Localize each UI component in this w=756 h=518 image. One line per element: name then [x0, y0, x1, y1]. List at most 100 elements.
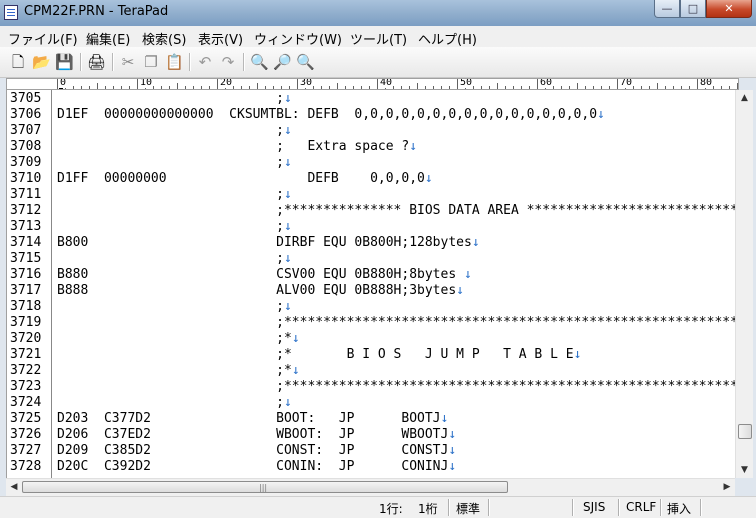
ruler-label: 10 — [139, 78, 154, 88]
ruler-tick — [177, 83, 178, 89]
menu-help[interactable]: ヘルプ(H) — [418, 29, 477, 48]
newline-mark-icon: ↓ — [573, 347, 582, 362]
scroll-up-icon[interactable]: ▲ — [736, 90, 753, 106]
text-line[interactable]: D203 C377D2 BOOT: JP BOOTJ↓ — [57, 411, 448, 427]
close-button[interactable]: ✕ — [706, 0, 752, 18]
text-line[interactable]: ;*************** BIOS DATA AREA ********… — [57, 203, 736, 219]
text-line[interactable]: ;↓ — [57, 155, 292, 171]
ruler-tick — [585, 86, 586, 89]
ruler-tick — [289, 86, 290, 89]
redo-icon[interactable]: ↷ — [219, 53, 237, 71]
scroll-right-icon[interactable]: ▶ — [719, 479, 735, 496]
line-number: 3726 — [10, 427, 42, 442]
menu-search[interactable]: 検索(S) — [142, 29, 186, 48]
text-line[interactable]: ;*↓ — [57, 363, 300, 379]
status-separator — [660, 499, 661, 516]
text-line[interactable]: ;↓ — [57, 299, 292, 315]
find-next-icon[interactable]: 🔎 — [273, 53, 292, 71]
text-editor[interactable]: 3705 3706 3707 3708 3709 3710 3711 3712 3713 3714… — [6, 90, 736, 478]
toolbar-separator — [243, 53, 244, 71]
text-line[interactable]: B800 DIRBF EQU 0B800H;128bytes↓ — [57, 235, 480, 251]
ruler-label: 30 — [299, 78, 314, 88]
vertical-scroll-thumb[interactable] — [738, 424, 752, 439]
scroll-left-icon[interactable]: ◀ — [6, 479, 22, 496]
ruler-tick — [457, 79, 458, 89]
ruler-tick — [609, 86, 610, 89]
copy-icon[interactable]: ❐ — [142, 53, 160, 71]
ruler-tick — [265, 86, 266, 89]
text-line[interactable]: D20C C392D2 CONIN: JP CONINJ↓ — [57, 459, 456, 475]
title-bar[interactable]: CPM22F.PRN - TeraPad — □ ✕ — [0, 0, 756, 26]
horizontal-scrollbar[interactable]: ◀ ||| ▶ — [6, 478, 735, 496]
ruler-tick — [561, 86, 562, 89]
ruler-tick — [737, 83, 738, 89]
text-line[interactable]: ;* B I O S J U M P T A B L E↓ — [57, 347, 581, 363]
new-file-icon[interactable]: 🗋 — [9, 53, 27, 71]
text-line[interactable]: ;↓ — [57, 251, 292, 267]
menu-file[interactable]: ファイル(F) — [8, 29, 78, 48]
text-line[interactable]: B888 ALV00 EQU 0B888H;3bytes↓ — [57, 283, 464, 299]
ruler-tick — [81, 86, 82, 89]
text-line[interactable]: D1FF 00000000 DEFB 0,0,0,0↓ — [57, 171, 433, 187]
vertical-scrollbar[interactable]: ▲ ▼ — [735, 90, 753, 478]
cut-icon[interactable]: ✂ — [119, 53, 137, 71]
scroll-down-icon[interactable]: ▼ — [736, 462, 753, 478]
line-number: 3724 — [10, 395, 42, 410]
status-insert-mode: 挿入 — [667, 502, 692, 516]
ruler-tick — [577, 83, 578, 89]
menu-view[interactable]: 表示(V) — [198, 29, 243, 48]
open-folder-icon[interactable]: 📂 — [32, 53, 51, 71]
newline-mark-icon: ↓ — [283, 299, 292, 314]
line-number: 3723 — [10, 379, 42, 394]
line-number: 3714 — [10, 235, 42, 250]
horizontal-scroll-thumb[interactable]: ||| — [22, 481, 508, 493]
newline-mark-icon: ↓ — [424, 171, 433, 186]
toolbar-separator — [189, 53, 190, 71]
menu-tools[interactable]: ツール(T) — [350, 29, 407, 48]
menu-edit[interactable]: 編集(E) — [86, 29, 130, 48]
text-line[interactable]: D1EF 00000000000000 CKSUMTBL: DEFB 0,0,0… — [57, 107, 605, 123]
text-line[interactable]: ;***************************************… — [57, 315, 736, 331]
find-prev-icon[interactable]: 🔍 — [296, 53, 315, 71]
text-line[interactable]: ;↓ — [57, 91, 292, 107]
save-icon[interactable]: 💾 — [55, 53, 74, 71]
toolbar-separator — [80, 53, 81, 71]
ruler-tick — [137, 79, 138, 89]
print-icon[interactable]: 🖨 — [87, 53, 106, 71]
text-line[interactable]: ;↓ — [57, 219, 292, 235]
text-line[interactable]: ;*↓ — [57, 331, 300, 347]
terapad-app-icon[interactable] — [4, 5, 18, 20]
menu-window[interactable]: ウィンドウ(W) — [254, 29, 342, 48]
ruler-tick — [641, 86, 642, 89]
text-line[interactable]: ; Extra space ?↓ — [57, 139, 417, 155]
find-icon[interactable]: 🔍 — [250, 53, 269, 71]
ruler-tick — [673, 86, 674, 89]
ruler-tick — [329, 86, 330, 89]
text-line[interactable]: ;↓ — [57, 123, 292, 139]
text-line[interactable]: ;↓ — [57, 395, 292, 411]
line-number: 3710 — [10, 171, 42, 186]
status-encoding: SJIS — [583, 500, 606, 514]
ruler-tick — [537, 79, 538, 89]
newline-mark-icon: ↓ — [283, 251, 292, 266]
ruler-label: 40 — [379, 78, 394, 88]
minimize-button[interactable]: — — [654, 0, 680, 18]
text-line[interactable]: D206 C37ED2 WBOOT: JP WBOOTJ↓ — [57, 427, 456, 443]
text-line[interactable]: ;↓ — [57, 187, 292, 203]
newline-mark-icon: ↓ — [291, 363, 300, 378]
status-column: 1桁 — [418, 502, 438, 516]
ruler-label: 60 — [539, 78, 554, 88]
ruler-tick — [505, 86, 506, 89]
newline-mark-icon: ↓ — [283, 187, 292, 202]
line-number: 3718 — [10, 299, 42, 314]
text-line[interactable]: D209 C385D2 CONST: JP CONSTJ↓ — [57, 443, 456, 459]
text-line[interactable]: B880 CSV00 EQU 0B880H;8bytes ↓ — [57, 267, 472, 283]
undo-icon[interactable]: ↶ — [196, 53, 214, 71]
line-text: B800 DIRBF EQU 0B800H;128bytes — [57, 235, 472, 250]
toolbar-separator — [112, 53, 113, 71]
text-line[interactable]: ;***************************************… — [57, 379, 736, 395]
maximize-button[interactable]: □ — [680, 0, 706, 18]
ruler-tick — [593, 86, 594, 89]
paste-icon[interactable]: 📋 — [165, 53, 184, 71]
gutter-divider — [51, 90, 52, 478]
